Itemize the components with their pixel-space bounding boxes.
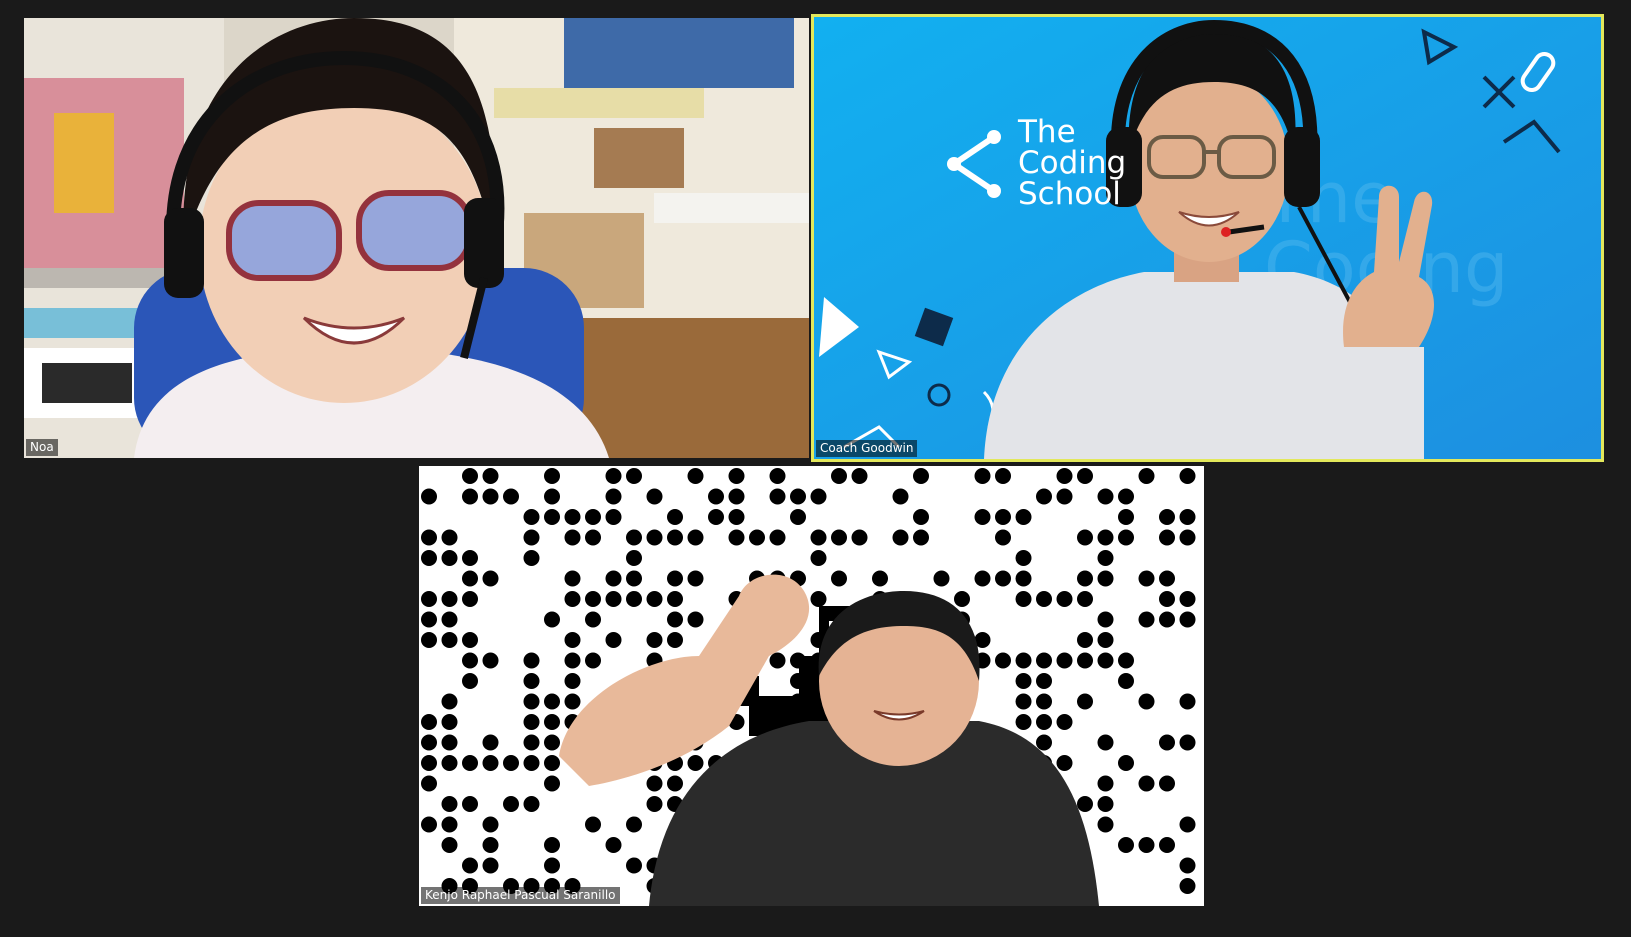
brand-line-1: The [1018, 114, 1076, 150]
brand-wordmark: The Coding School [1018, 117, 1126, 210]
brand-line-3: School [1018, 176, 1121, 212]
participant-video-coach-goodwin: The Coding [814, 17, 1601, 459]
video-tile-noa[interactable]: Noa [24, 18, 809, 458]
participant-video-kenjo [419, 466, 1204, 906]
share-node-icon [947, 129, 1001, 198]
participant-name-label: Coach Goodwin [816, 440, 918, 457]
coding-school-logo: The Coding School [944, 117, 1126, 210]
participant-name-label: Kenjo Raphael Pascual Saranillo [421, 887, 620, 904]
participant-name-label: Noa [26, 439, 58, 456]
video-tile-coach-goodwin[interactable]: The Coding The [811, 14, 1604, 462]
participant-video-noa [24, 18, 809, 458]
brand-line-2: Coding [1018, 145, 1127, 181]
video-tile-kenjo[interactable]: Kenjo Raphael Pascual Saranillo [419, 466, 1204, 906]
